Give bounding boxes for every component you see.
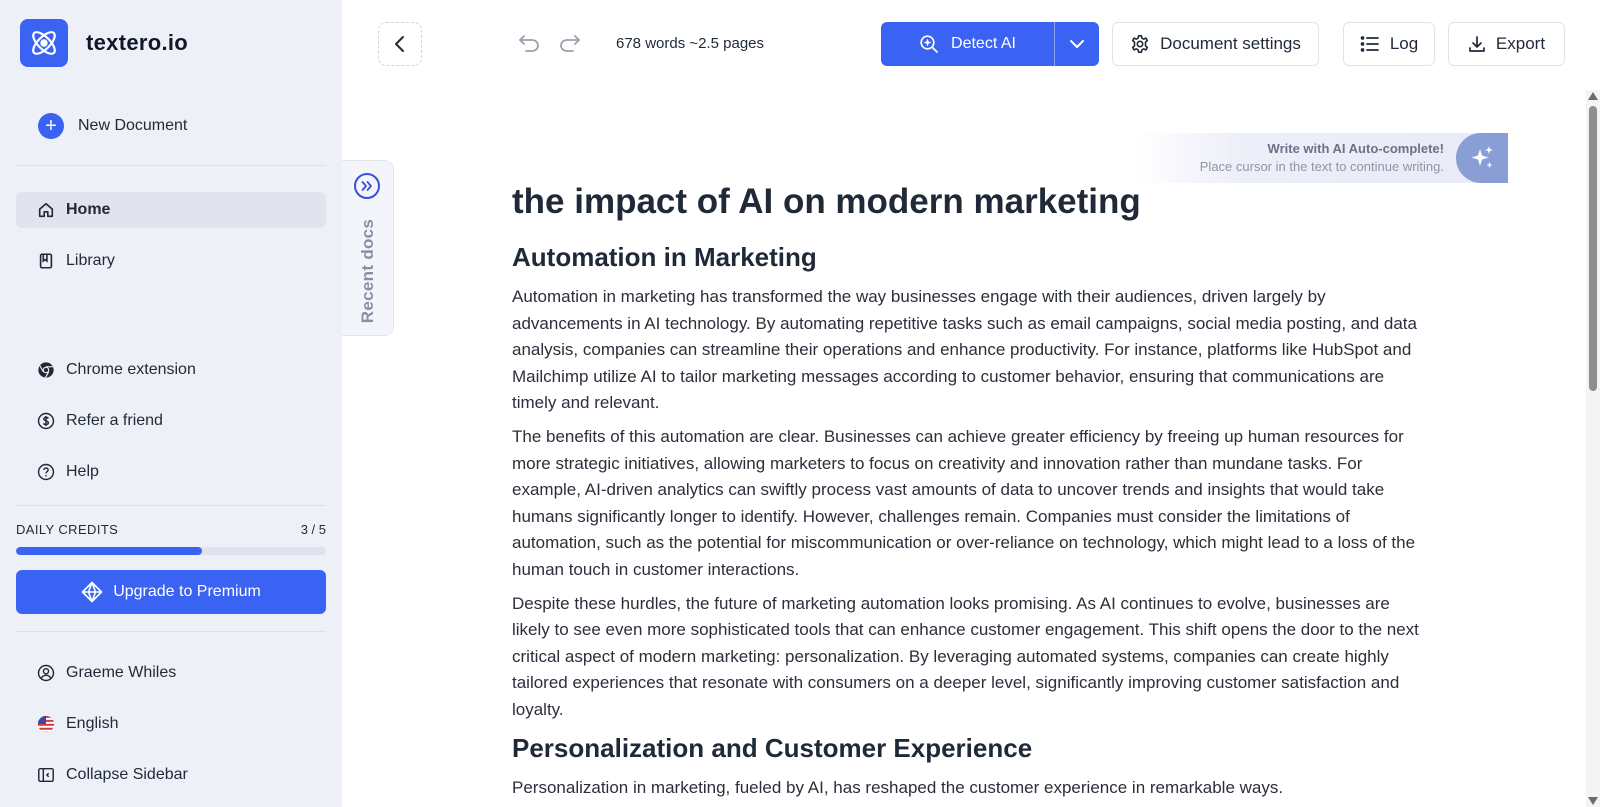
language-label: English bbox=[66, 715, 119, 732]
app-window: textero.io + New Document Home Library C… bbox=[0, 0, 1600, 807]
upgrade-to-premium-button[interactable]: Upgrade to Premium bbox=[16, 570, 326, 614]
book-icon bbox=[36, 251, 56, 271]
recent-docs-tab[interactable]: Recent docs bbox=[342, 160, 394, 336]
sidebar-item-help[interactable]: Help bbox=[16, 454, 326, 490]
paragraph[interactable]: Personalization in marketing, fueled by … bbox=[512, 775, 1432, 802]
collapse-sidebar-button[interactable]: Collapse Sidebar bbox=[16, 757, 326, 793]
divider bbox=[16, 165, 326, 166]
sidebar: textero.io + New Document Home Library C… bbox=[0, 0, 342, 807]
new-document-button[interactable]: + New Document bbox=[38, 113, 187, 139]
section-heading[interactable]: Personalization and Customer Experience bbox=[512, 731, 1432, 765]
logo[interactable]: textero.io bbox=[20, 19, 188, 67]
scroll-down-arrow[interactable] bbox=[1588, 797, 1598, 805]
undo-button[interactable] bbox=[517, 32, 541, 59]
sidebar-item-label: Library bbox=[66, 252, 115, 269]
export-button[interactable]: Export bbox=[1448, 22, 1565, 66]
logo-atom-icon bbox=[20, 19, 68, 67]
upgrade-label: Upgrade to Premium bbox=[113, 583, 261, 600]
list-icon bbox=[1360, 35, 1380, 53]
scroll-up-arrow[interactable] bbox=[1588, 92, 1598, 100]
export-label: Export bbox=[1495, 34, 1546, 53]
logo-text: textero.io bbox=[86, 30, 189, 55]
user-name: Graeme Whiles bbox=[66, 664, 177, 681]
document-settings-label: Document settings bbox=[1160, 34, 1301, 53]
detect-ai-dropdown-toggle[interactable] bbox=[1055, 22, 1099, 66]
paragraph[interactable]: The benefits of this automation are clea… bbox=[512, 424, 1432, 584]
word-count: 678 words ~2.5 pages bbox=[616, 35, 765, 52]
log-button[interactable]: Log bbox=[1343, 22, 1435, 66]
chevron-down-icon bbox=[1070, 40, 1084, 48]
divider bbox=[16, 505, 326, 506]
daily-credits-progress bbox=[16, 547, 326, 555]
expand-recent-docs-button[interactable] bbox=[354, 173, 380, 199]
sidebar-item-label: Help bbox=[66, 463, 99, 480]
help-circle-icon bbox=[36, 462, 56, 482]
gear-icon bbox=[1130, 34, 1150, 54]
ai-autocomplete-button[interactable] bbox=[1456, 133, 1508, 183]
paragraph[interactable]: Automation in marketing has transformed … bbox=[512, 284, 1432, 417]
collapse-sidebar-icon bbox=[36, 765, 56, 785]
user-circle-icon bbox=[36, 663, 56, 683]
redo-button[interactable] bbox=[558, 32, 582, 59]
recent-docs-label-wrap: Recent docs bbox=[346, 213, 390, 329]
sidebar-item-library[interactable]: Library bbox=[16, 243, 326, 279]
ai-autocomplete-title: Write with AI Auto-complete! bbox=[1267, 141, 1444, 156]
daily-credits-progress-fill bbox=[16, 547, 202, 555]
recent-docs-label: Recent docs bbox=[358, 218, 378, 324]
magnify-ai-icon bbox=[919, 34, 939, 54]
sidebar-item-refer-a-friend[interactable]: Refer a friend bbox=[16, 403, 326, 439]
user-profile[interactable]: Graeme Whiles bbox=[16, 655, 326, 691]
sidebar-item-chrome-extension[interactable]: Chrome extension bbox=[16, 352, 326, 388]
section-heading[interactable]: Automation in Marketing bbox=[512, 240, 1432, 274]
dollar-circle-icon bbox=[36, 411, 56, 431]
diamond-icon bbox=[81, 581, 103, 603]
home-icon bbox=[36, 200, 56, 220]
detect-ai-label: Detect AI bbox=[951, 35, 1016, 52]
chrome-icon bbox=[36, 360, 56, 380]
undo-icon bbox=[519, 35, 539, 52]
divider bbox=[16, 631, 326, 632]
double-chevron-right-icon bbox=[361, 181, 372, 191]
redo-icon bbox=[560, 35, 580, 52]
sidebar-item-label: Chrome extension bbox=[66, 361, 196, 378]
ai-autocomplete-banner: Write with AI Auto-complete! Place curso… bbox=[1134, 133, 1508, 183]
ai-autocomplete-subtitle: Place cursor in the text to continue wri… bbox=[1199, 159, 1444, 174]
detect-ai-split-button: Detect AI bbox=[881, 22, 1099, 66]
daily-credits-count: 3 / 5 bbox=[300, 522, 326, 537]
language-selector[interactable]: English bbox=[16, 706, 326, 742]
plus-icon: + bbox=[38, 113, 64, 139]
document-settings-button[interactable]: Document settings bbox=[1112, 22, 1319, 66]
document-editor[interactable]: the impact of AI on modern marketing Aut… bbox=[512, 180, 1432, 807]
paragraph[interactable]: Despite these hurdles, the future of mar… bbox=[512, 591, 1432, 724]
new-document-label: New Document bbox=[78, 117, 188, 134]
back-button[interactable] bbox=[378, 22, 422, 66]
sparkles-icon bbox=[1471, 146, 1493, 168]
log-label: Log bbox=[1389, 34, 1419, 53]
collapse-sidebar-label: Collapse Sidebar bbox=[66, 766, 188, 783]
daily-credits-label: DAILY CREDITS bbox=[16, 522, 119, 537]
sidebar-item-label: Refer a friend bbox=[66, 412, 163, 429]
detect-ai-button[interactable]: Detect AI bbox=[881, 22, 1054, 66]
scrollbar-thumb[interactable] bbox=[1589, 106, 1597, 391]
download-icon bbox=[1468, 35, 1486, 53]
chevron-left-icon bbox=[395, 36, 404, 52]
document-title[interactable]: the impact of AI on modern marketing bbox=[512, 180, 1432, 224]
us-flag-icon bbox=[36, 714, 56, 734]
sidebar-item-label: Home bbox=[66, 201, 111, 218]
sidebar-item-home[interactable]: Home bbox=[16, 192, 326, 228]
